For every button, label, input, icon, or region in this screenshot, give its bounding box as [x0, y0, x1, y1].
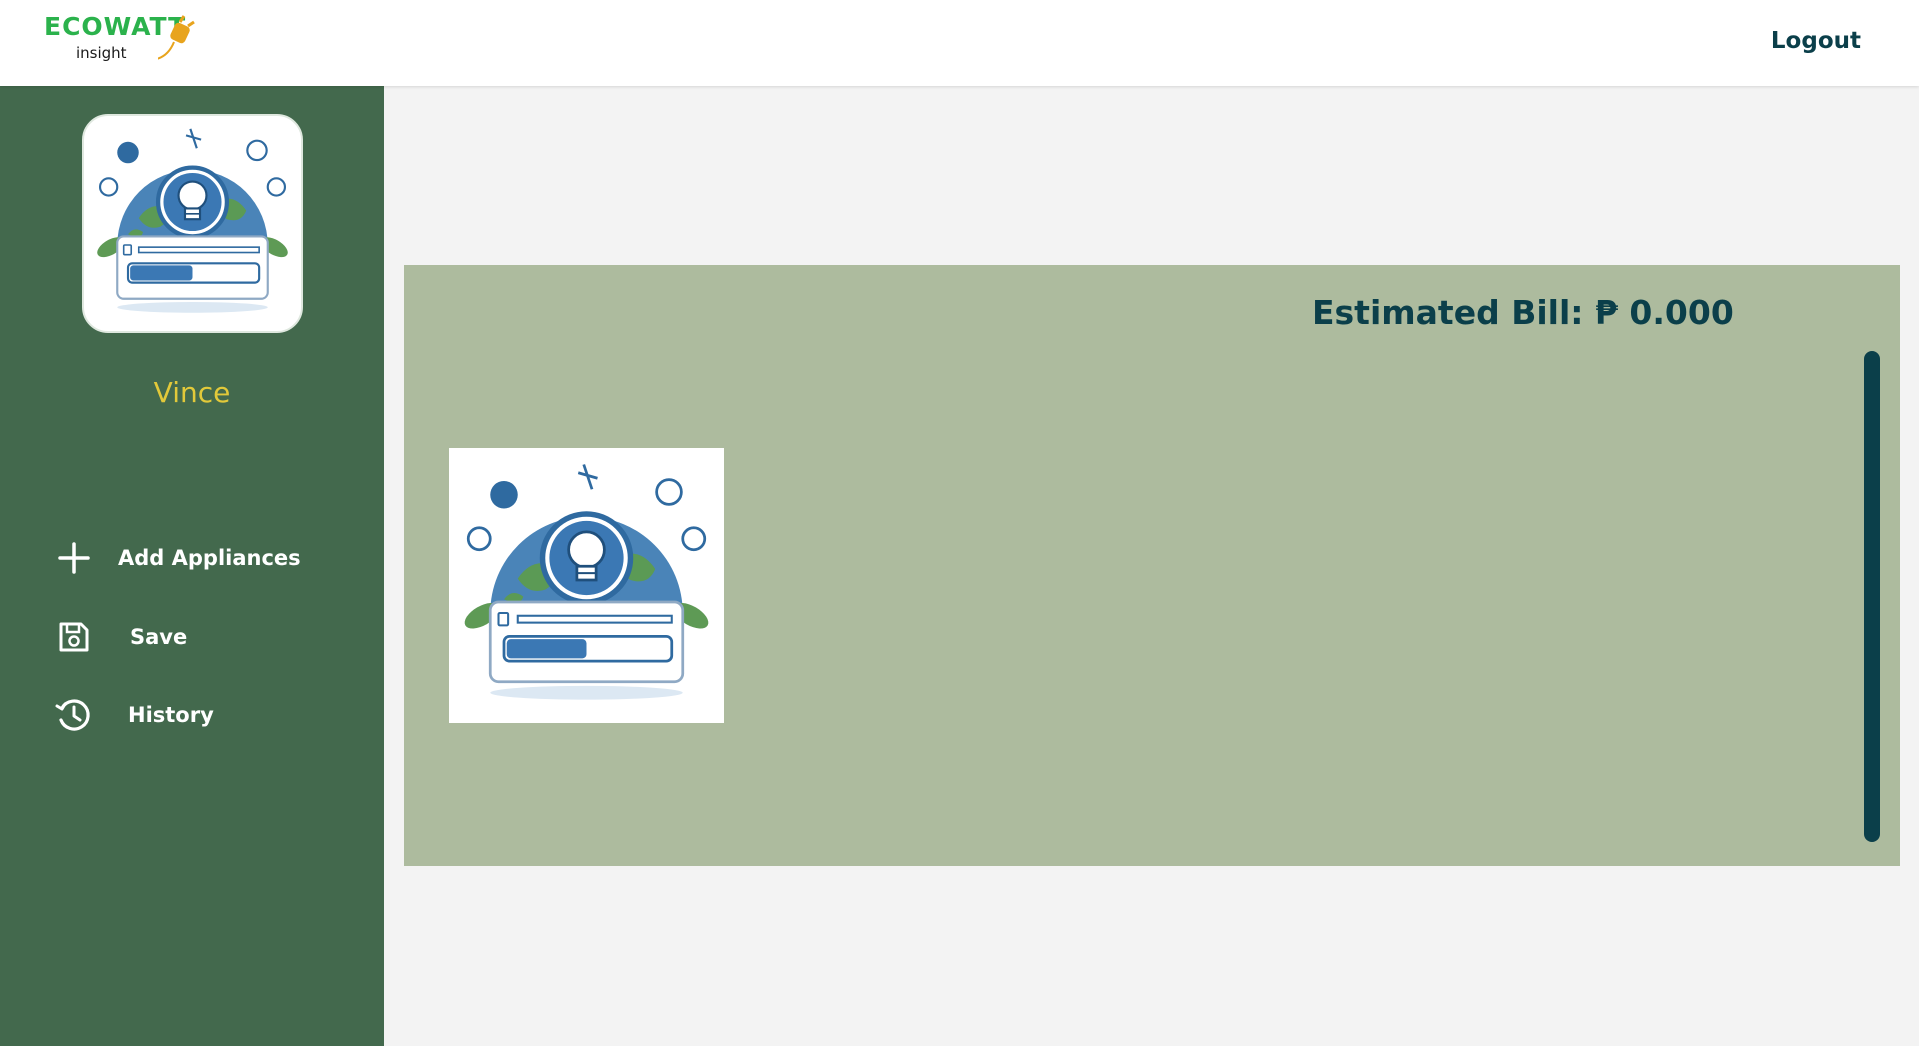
plug-icon — [158, 15, 195, 60]
sidebar: Vince Add Appliances Save History — [0, 86, 384, 1046]
username: Vince — [153, 376, 231, 409]
ecowatt-logo[interactable]: ECOWATT insight — [40, 10, 200, 72]
vertical-scrollbar[interactable] — [1864, 351, 1880, 842]
sidebar-item-label: Add Appliances — [118, 546, 301, 570]
sidebar-item-label: History — [128, 703, 214, 727]
sidebar-item-add-appliances[interactable]: Add Appliances — [54, 533, 301, 583]
eco-illustration-image — [449, 448, 724, 723]
appliance-card[interactable] — [449, 448, 724, 723]
floppy-disk-icon — [54, 617, 94, 657]
appliance-panel: Estimated Bill: ₱ 0.000 — [404, 265, 1900, 866]
logout-button[interactable]: Logout — [1771, 28, 1861, 54]
sidebar-item-label: Save — [130, 625, 188, 649]
history-icon — [54, 695, 94, 735]
sidebar-item-history[interactable]: History — [54, 690, 214, 740]
avatar[interactable] — [82, 114, 303, 333]
sidebar-item-save[interactable]: Save — [54, 612, 187, 662]
eco-illustration-image — [84, 116, 301, 331]
plus-icon — [54, 538, 94, 578]
logo-subtext: insight — [76, 44, 127, 62]
estimated-bill: Estimated Bill: ₱ 0.000 — [1312, 293, 1734, 332]
top-bar: ECOWATT insight Logout — [0, 0, 1919, 86]
